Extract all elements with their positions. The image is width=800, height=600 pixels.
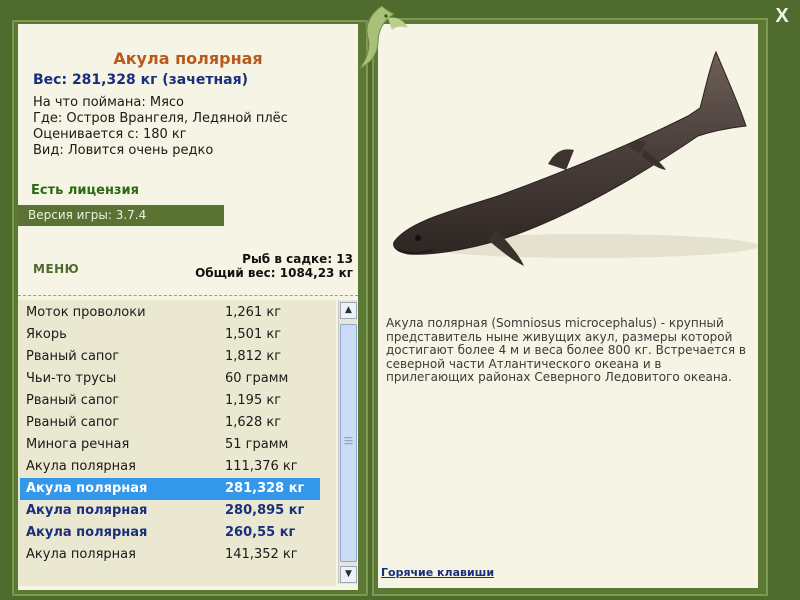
game-version: Версия игры: 3.7.4 (18, 205, 224, 226)
fish-weight: Вес: 281,328 кг (зачетная) (33, 72, 248, 88)
catch-name: Акула полярная (26, 525, 148, 540)
menu-button[interactable]: МЕНЮ (33, 262, 79, 276)
list-item[interactable]: Акула полярная 141,352 кг (20, 544, 320, 566)
catch-weight: 1,195 кг (225, 393, 282, 408)
divider (18, 295, 358, 296)
scroll-grip-icon: — — — (344, 433, 353, 449)
catch-weight: 281,328 кг (225, 481, 305, 496)
list-item[interactable]: Якорь 1,501 кг (20, 324, 320, 346)
fish-info: На что поймана: Мясо Где: Остров Врангел… (33, 95, 288, 159)
catch-name: Моток проволоки (26, 305, 146, 320)
catch-name: Акула полярная (26, 547, 136, 562)
list-item[interactable]: Акула полярная 111,376 кг (20, 456, 320, 478)
close-button[interactable]: X (768, 4, 796, 28)
list-item[interactable]: Моток проволоки 1,261 кг (20, 302, 320, 324)
catch-weight: 1,261 кг (225, 305, 282, 320)
fish-title: Акула полярная (113, 49, 263, 68)
list-item[interactable]: Акула полярная 281,328 кг (20, 478, 320, 500)
catch-weight: 1,501 кг (225, 327, 282, 342)
catch-name: Рваный сапог (26, 415, 120, 430)
catch-weight: 111,376 кг (225, 459, 298, 474)
scroll-thumb[interactable]: — — — (340, 324, 357, 562)
catch-name: Минога речная (26, 437, 130, 452)
list-item[interactable]: Акула полярная 280,895 кг (20, 500, 320, 522)
catch-name: Якорь (26, 327, 67, 342)
catch-weight: 260,55 кг (225, 525, 296, 540)
catch-name: Акула полярная (26, 481, 148, 496)
catch-name: Акула полярная (26, 503, 148, 518)
catch-weight: 1,628 кг (225, 415, 282, 430)
catch-weight: 141,352 кг (225, 547, 298, 562)
list-item[interactable]: Чьи-то трусы 60 грамм (20, 368, 320, 390)
catch-weight: 280,895 кг (225, 503, 305, 518)
hotkeys-link[interactable]: Горячие клавиши (381, 566, 494, 579)
catch-name: Рваный сапог (26, 393, 120, 408)
keepnet-stats: Рыб в садке: 13 Общий вес: 1084,23 кг (195, 252, 353, 280)
catch-weight: 51 грамм (225, 437, 289, 452)
list-item[interactable]: Рваный сапог 1,628 кг (20, 412, 320, 434)
shark-image (393, 50, 758, 266)
fish-description: Акула полярная (Somniosus microcephalus)… (386, 316, 746, 384)
catch-name: Рваный сапог (26, 349, 120, 364)
catch-weight: 60 грамм (225, 371, 289, 386)
catch-weight: 1,812 кг (225, 349, 282, 364)
list-item[interactable]: Акула полярная 260,55 кг (20, 522, 320, 544)
scroll-up-button[interactable]: ▲ (340, 302, 357, 319)
list-scrollbar[interactable]: ▲ — — — ▼ (338, 300, 357, 584)
catch-list[interactable]: Моток проволоки 1,261 кг Якорь 1,501 кг Рван… (18, 300, 336, 586)
fish-count: Рыб в садке: 13 (242, 252, 353, 266)
info-rarity: Вид: Ловится очень редко (33, 143, 214, 158)
list-item[interactable]: Рваный сапог 1,195 кг (20, 390, 320, 412)
info-bait: На что поймана: Мясо (33, 95, 185, 110)
catch-name: Акула полярная (26, 459, 136, 474)
catch-name: Чьи-то трусы (26, 371, 117, 386)
total-weight: Общий вес: 1084,23 кг (195, 266, 353, 280)
list-item[interactable]: Рваный сапог 1,812 кг (20, 346, 320, 368)
info-location: Где: Остров Врангеля, Ледяной плёс (33, 111, 288, 126)
license-status: Есть лицензия (31, 183, 139, 198)
list-item[interactable]: Минога речная 51 грамм (20, 434, 320, 456)
info-min-weight: Оценивается с: 180 кг (33, 127, 187, 142)
scroll-down-button[interactable]: ▼ (340, 566, 357, 583)
